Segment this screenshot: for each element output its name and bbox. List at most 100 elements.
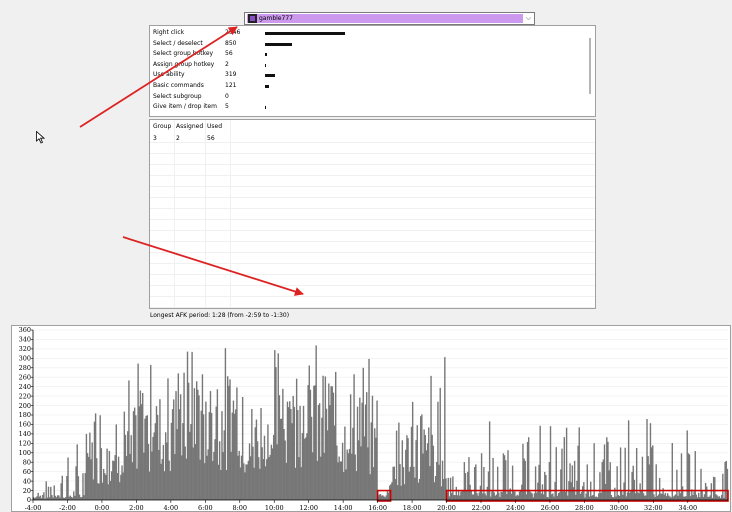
stat-count: 56 [225,50,233,58]
chart-bar [488,421,491,500]
groups-header-group[interactable]: Group [153,123,171,131]
chart-bar [573,460,576,500]
chart-bar [676,469,678,500]
chart-y-tick-label: 140 [19,430,31,438]
groups-header-assigned[interactable]: Assigned [176,123,203,131]
groups-header-used[interactable]: Used [207,123,222,131]
chart-bar [593,443,595,500]
chart-y-tick-label: 20 [23,487,31,495]
grid-line [150,175,595,176]
player-name: gamble777 [259,15,293,22]
chart-y-tick-label: 300 [19,355,31,363]
chart-y-tick-label: 0 [27,496,31,504]
chart-x-tick-label: 8:00 [232,504,247,511]
chart-x-tick-label: 30:00 [610,504,629,511]
player-avatar-icon [248,14,257,23]
grid-line [174,120,175,308]
stats-scrollbar[interactable] [589,38,591,94]
stat-label: Select / deselect [153,39,203,47]
groups-cell-assigned: 2 [176,135,180,142]
grid-line [230,120,231,308]
chart-bar [376,400,378,500]
grid-line [150,153,595,154]
stat-count: 2 [225,60,229,68]
stat-row[interactable]: Use ability 319 [150,70,580,80]
stat-label: Right click [153,29,185,36]
stat-row[interactable]: Select group hotkey 56 [150,49,580,59]
chart-bar [555,447,557,500]
chart-bar [609,462,611,500]
chart-x-tick-label: 24:00 [506,504,525,511]
stat-bar [265,106,266,110]
groups-cell-used: 56 [207,135,215,142]
stat-row[interactable]: Give item / drop item 5 [150,102,580,112]
player-name-box[interactable]: gamble777 [247,14,523,23]
chart-y-tick-label: 120 [19,440,31,448]
chart-bar [45,481,47,500]
actions-chart: 0 20 40 60 80 100 120 140 160 180 200 220 240 260 280 3… [11,325,731,512]
chart-y-tick-label: 240 [19,383,31,391]
grid-line [150,263,595,264]
stat-bar [265,85,269,88]
stat-bar [265,42,292,46]
chart-x-tick-label: 32:00 [644,504,663,511]
chart-bar [652,445,654,500]
chart-x-tick-label: 2:00 [129,504,144,511]
longest-afk-text: Longest AFK period: 1:28 (from -2:59 to … [150,312,290,319]
stat-row[interactable]: Assign group hotkey 2 [150,60,580,70]
grid-line [205,120,206,308]
grid-line [150,164,595,165]
stat-count: 319 [225,71,237,79]
chart-bar [578,427,580,500]
chart-x-tick-label: 16:00 [368,504,387,511]
chart-x-tick-label: 26:00 [541,504,560,511]
chart-bar [635,448,638,500]
chevron-down-icon[interactable]: ⌵ [524,14,533,23]
stat-bar [265,63,266,67]
chart-y-tick-label: 160 [19,421,31,429]
grid-line [150,230,595,231]
chart-y-tick-label: 340 [19,336,31,344]
grid-line [150,285,595,286]
grid-line [150,296,595,297]
chart-bar [627,420,630,500]
chart-bar [67,457,69,500]
chart-bar [655,464,657,500]
grid-line [150,241,595,242]
grid-line [150,274,595,275]
chart-x-tick-label: 22:00 [472,504,491,511]
chart-x-tick-label: -4:00 [25,504,42,511]
chart-bar [439,387,441,500]
stat-row[interactable]: Right click 2546 [150,28,580,38]
chart-bar [545,475,547,500]
chart-y-tick-label: 260 [19,373,31,381]
grid-line [150,252,595,253]
grid-line [150,186,595,187]
chart-x-tick-label: 28:00 [575,504,594,511]
chart-bar [722,473,724,500]
stat-label: Use ability [153,71,185,79]
stat-label: Select group hotkey [153,50,214,58]
stat-row[interactable]: Basic commands 121 [150,81,580,91]
chart-x-tick-label: 18:00 [403,504,422,511]
player-select-dropdown[interactable]: gamble777 ⌵ [244,12,535,25]
stat-bar [265,74,275,78]
grid-line [150,307,595,308]
chart-bar [688,454,691,500]
stat-bar [265,32,345,35]
chart-x-tick-label: -2:00 [59,504,76,511]
chart-x-tick-label: 20:00 [437,504,456,511]
chart-y-tick-label: 200 [19,402,31,410]
stat-label: Select subgroup [153,92,202,100]
chart-bar [61,475,63,500]
stat-bar [265,53,267,57]
stat-row[interactable]: Select subgroup 0 [150,92,580,102]
mouse-cursor-icon [36,131,45,144]
stat-count: 850 [225,39,237,47]
grid-line [150,208,595,209]
stat-row[interactable]: Select / deselect 850 [150,39,580,49]
grid-line [150,197,595,198]
chart-bar [671,442,673,500]
stat-label: Basic commands [153,82,204,89]
chart-bar [710,483,713,500]
